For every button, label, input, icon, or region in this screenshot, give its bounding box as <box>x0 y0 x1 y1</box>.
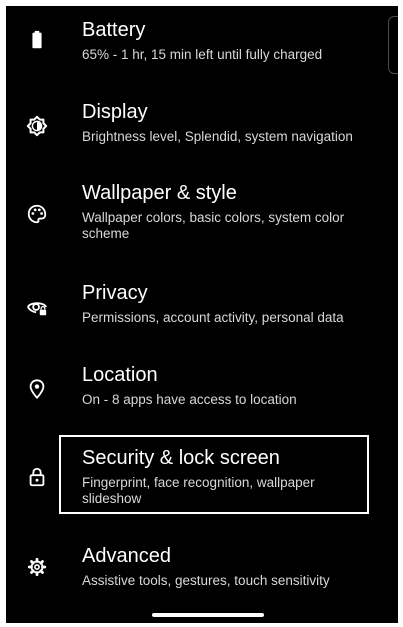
gear-icon <box>26 556 48 578</box>
settings-item-title: Advanced <box>82 545 171 567</box>
settings-item-subtitle: Fingerprint, face recognition, wallpaper… <box>82 475 315 506</box>
settings-item-title: Location <box>82 364 158 386</box>
settings-item-advanced[interactable]: Advanced Assistive tools, gestures, touc… <box>6 534 398 606</box>
settings-item-title: Security & lock screen <box>82 447 280 469</box>
settings-item-location[interactable]: Location On - 8 apps have access to loca… <box>6 353 398 425</box>
lock-icon <box>26 466 48 488</box>
settings-item-display[interactable]: Display Brightness level, Splendid, syst… <box>6 88 398 160</box>
settings-item-title: Display <box>82 101 148 123</box>
battery-icon <box>26 29 48 51</box>
settings-item-title: Battery <box>82 19 146 41</box>
settings-screen: Battery 65% - 1 hr, 15 min left until fu… <box>6 6 398 623</box>
settings-item-battery[interactable]: Battery 65% - 1 hr, 15 min left until fu… <box>6 6 398 78</box>
navigation-gesture-handle[interactable] <box>152 613 264 617</box>
display-brightness-icon <box>26 115 48 137</box>
settings-item-privacy[interactable]: Privacy Permissions, account activity, p… <box>6 271 398 343</box>
settings-item-subtitle: Assistive tools, gestures, touch sensiti… <box>82 573 330 588</box>
settings-item-subtitle: Brightness level, Splendid, system navig… <box>82 129 353 144</box>
privacy-eye-lock-icon <box>26 296 48 318</box>
settings-item-subtitle: On - 8 apps have access to location <box>82 392 297 407</box>
settings-item-security-lock-screen[interactable]: Security & lock screen Fingerprint, face… <box>6 435 398 514</box>
settings-item-title: Privacy <box>82 282 148 304</box>
settings-item-wallpaper-style[interactable]: Wallpaper & style Wallpaper colors, basi… <box>6 171 398 259</box>
palette-icon <box>26 203 48 225</box>
settings-item-title: Wallpaper & style <box>82 182 237 204</box>
settings-item-subtitle: Permissions, account activity, personal … <box>82 310 344 325</box>
location-pin-icon <box>26 378 48 400</box>
settings-item-subtitle: 65% - 1 hr, 15 min left until fully char… <box>82 47 323 62</box>
settings-item-subtitle: Wallpaper colors, basic colors, system c… <box>82 210 345 241</box>
